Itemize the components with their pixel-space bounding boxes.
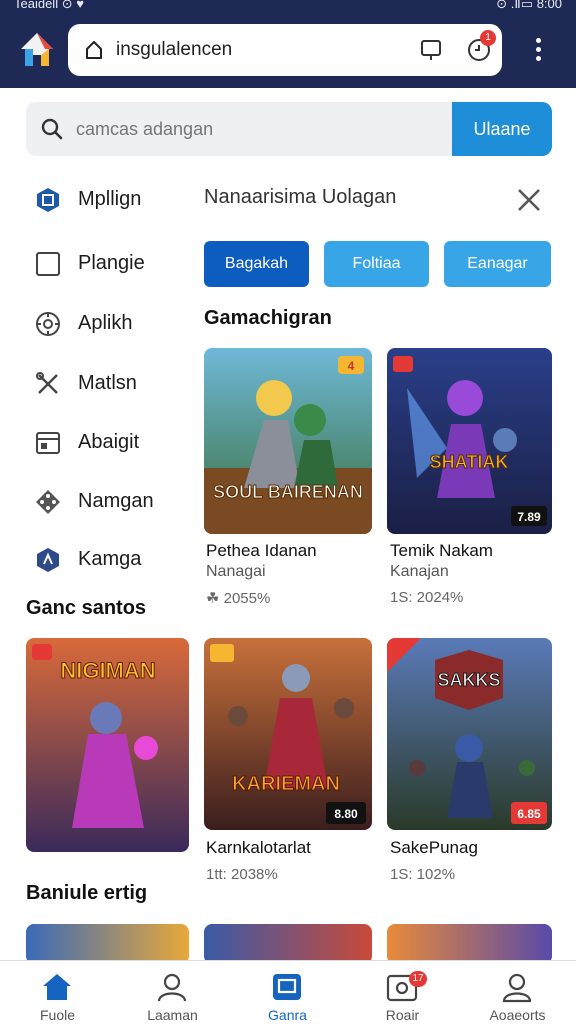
section-title-gamachigran: Gamachigran: [204, 307, 332, 329]
card-art-title: SHATIAK: [430, 452, 509, 472]
game-card-image[interactable]: 4 SOUL BAIRENAN: [204, 348, 372, 534]
nav-inbox[interactable]: 17 Roair: [345, 961, 460, 1024]
gamepad-icon: [36, 490, 60, 514]
card-art-title: SOUL BAIRENAN: [213, 482, 363, 502]
card-badge: 6.85: [517, 807, 541, 821]
more-menu-icon[interactable]: [528, 38, 548, 66]
close-icon[interactable]: [516, 187, 542, 213]
section-title-baniule-ertig: Baniule ertig: [26, 882, 148, 904]
game-title[interactable]: SakePunag: [390, 838, 478, 858]
game-title[interactable]: Temik Nakam: [390, 541, 493, 561]
filter-button-foltiaa[interactable]: Foltiaa: [324, 241, 429, 287]
inbox-badge: 17: [409, 971, 427, 987]
sidebar-item-label: Kamga: [78, 548, 142, 570]
url-text[interactable]: insgulalencen: [116, 39, 232, 61]
window-icon: [36, 432, 60, 454]
tabs-icon[interactable]: [420, 38, 442, 62]
sidebar-item-aplikh[interactable]: Aplikh: [34, 306, 194, 342]
home-logo-icon[interactable]: [18, 30, 56, 70]
nav-profile[interactable]: Laaman: [115, 961, 230, 1024]
browser-toolbar: insgulalencen 1: [0, 14, 576, 88]
sidebar-item-kamga[interactable]: Kamga: [34, 542, 194, 578]
card-badge: 8.80: [334, 807, 358, 821]
sidebar-item-abaigit[interactable]: Abaigit: [34, 425, 194, 461]
nav-games[interactable]: Ganra: [230, 961, 345, 1024]
sidebar-item-plangie[interactable]: Plangie: [34, 246, 194, 282]
home-outline-icon: [86, 41, 102, 59]
nav-label: Ganra: [268, 1007, 307, 1023]
game-card-image[interactable]: KARIEMAN 8.80: [204, 638, 372, 830]
filter-button-bagakah[interactable]: Bagakah: [204, 241, 309, 287]
tools-icon: [36, 372, 58, 394]
sidebar-item-matlsn[interactable]: Matlsn: [34, 366, 194, 402]
card-art-title: SAKKS: [437, 670, 500, 690]
sidebar-item-mpllign[interactable]: Mpllign: [34, 182, 194, 218]
game-card-image[interactable]: SHATIAK 7.89: [387, 348, 552, 534]
search-button[interactable]: Ulaane: [452, 102, 552, 156]
address-bar[interactable]: insgulalencen 1: [68, 24, 502, 76]
app-icon: [37, 188, 59, 212]
game-stat: 1S: 102%: [390, 866, 456, 883]
square-icon: [36, 252, 60, 276]
sidebar-item-label: Aplikh: [78, 312, 133, 334]
game-stat: 1S: 2024%: [390, 589, 464, 606]
game-stat: ☘ 2055%: [206, 590, 271, 607]
nav-label: Fuole: [39, 1007, 76, 1023]
gear-icon: [36, 312, 60, 336]
game-card-image[interactable]: [204, 924, 372, 964]
sidebar-item-namgan[interactable]: Namgan: [34, 484, 194, 520]
sidebar-item-label: Plangie: [78, 252, 145, 274]
status-bar: Teaidell ⊙ ♥ ⊙ .Ⅱ▭ 8:00: [0, 0, 576, 14]
card-art-title: NIGIMAN: [60, 658, 155, 683]
nav-label: Aoaeorts: [489, 1007, 546, 1023]
sidebar-item-label: Abaigit: [78, 431, 140, 453]
account-icon: [502, 973, 532, 1003]
panel-title: Nanaarisima Uolagan: [204, 186, 397, 208]
status-right: ⊙ .Ⅱ▭ 8:00: [496, 0, 562, 11]
game-card-image[interactable]: [387, 924, 552, 964]
sidebar-item-label: Matlsn: [78, 372, 137, 394]
game-subtitle: Kanajan: [390, 563, 449, 580]
extension-badge: 1: [480, 30, 496, 46]
game-card-image[interactable]: [26, 924, 189, 964]
card-badge: 4: [348, 359, 355, 373]
status-left: Teaidell ⊙ ♥: [14, 0, 84, 11]
game-title[interactable]: Pethea Idanan: [206, 541, 317, 561]
sidebar-item-label: Namgan: [78, 490, 154, 512]
home-icon: [43, 974, 71, 1000]
nav-account[interactable]: Aoaeorts: [460, 961, 575, 1024]
search-input[interactable]: [76, 116, 446, 142]
search-bar: Ulaane: [26, 102, 552, 156]
game-card-image[interactable]: SAKKS 6.85: [387, 638, 552, 830]
game-title[interactable]: Karnkalotarlat: [206, 838, 311, 858]
game-subtitle: Nanagai: [206, 563, 266, 580]
filter-button-eanagar[interactable]: Eanagar: [444, 241, 551, 287]
shield-icon: [37, 548, 59, 572]
games-icon: [273, 974, 301, 1000]
game-card-image[interactable]: NIGIMAN: [26, 638, 189, 852]
sidebar-item-label: Mpllign: [78, 188, 142, 210]
card-art-title: KARIEMAN: [232, 773, 340, 795]
card-badge: 7.89: [517, 510, 541, 524]
nav-label: Laaman: [147, 1007, 198, 1023]
search-icon: [41, 118, 63, 140]
nav-home[interactable]: Fuole: [0, 961, 115, 1024]
section-title-ganc-santos: Ganc santos: [26, 597, 147, 619]
nav-label: Roair: [385, 1007, 420, 1023]
bottom-navigation: Fuole Laaman Ganra 17 Roair Aoaeorts: [0, 960, 576, 1024]
person-icon: [157, 973, 187, 1002]
game-stat: 1tt: 2038%: [206, 866, 278, 883]
